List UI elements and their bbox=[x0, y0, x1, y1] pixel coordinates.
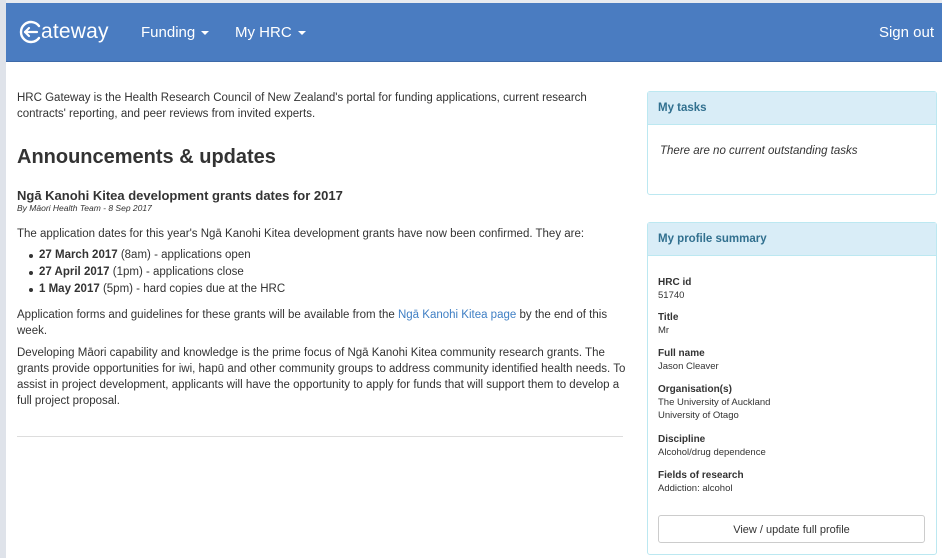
nav-myhrc-label: My HRC bbox=[235, 24, 292, 41]
list-item: 27 April 2017 (1pm) - applications close bbox=[29, 264, 285, 281]
divider bbox=[17, 436, 623, 437]
fields-label: Fields of research bbox=[658, 470, 744, 481]
kanohi-kitea-page-link[interactable]: Ngā Kanohi Kitea page bbox=[398, 309, 516, 321]
profile-summary-heading: My profile summary bbox=[648, 223, 936, 256]
title-value: Mr bbox=[658, 325, 670, 336]
date-time: (5pm) bbox=[99, 283, 133, 295]
fullname-label: Full name bbox=[658, 348, 705, 359]
list-item: 27 March 2017 (8am) - applications open bbox=[29, 247, 285, 264]
hrc-id-value: 51740 bbox=[658, 290, 685, 301]
navbar: ateway Funding My HRC Sign out bbox=[6, 3, 942, 62]
list-item: 1 May 2017 (5pm) - hard copies due at th… bbox=[29, 281, 285, 298]
date-desc: - applications close bbox=[142, 266, 244, 278]
news-title: Ngā Kanohi Kitea development grants date… bbox=[17, 188, 343, 203]
date-strong: 27 April 2017 bbox=[39, 266, 110, 278]
organisation-value-1: The University of Auckland bbox=[658, 397, 771, 408]
announcements-heading: Announcements & updates bbox=[17, 146, 276, 168]
date-strong: 1 May 2017 bbox=[39, 283, 100, 295]
tasks-empty-message: There are no current outstanding tasks bbox=[660, 145, 858, 157]
discipline-label: Discipline bbox=[658, 434, 706, 445]
view-update-profile-button[interactable]: View / update full profile bbox=[658, 515, 925, 543]
nav-myhrc-dropdown[interactable]: My HRC bbox=[235, 3, 306, 62]
profile-summary-panel: My profile summary HRC id 51740 Title Mr… bbox=[647, 222, 937, 555]
nav-funding-dropdown[interactable]: Funding bbox=[141, 3, 210, 62]
my-tasks-heading: My tasks bbox=[648, 92, 936, 125]
discipline-value: Alcohol/drug dependence bbox=[658, 447, 766, 458]
brand-logo[interactable]: ateway bbox=[18, 17, 109, 47]
dates-list: 27 March 2017 (8am) - applications open … bbox=[29, 247, 285, 298]
organisation-label: Organisation(s) bbox=[658, 384, 732, 395]
my-tasks-panel: My tasks There are no current outstandin… bbox=[647, 91, 937, 195]
date-desc: - applications open bbox=[150, 249, 251, 261]
date-desc: - hard copies due at the HRC bbox=[132, 283, 286, 295]
sign-out-link[interactable]: Sign out bbox=[879, 3, 934, 62]
nav-funding-label: Funding bbox=[141, 24, 196, 41]
brand-text: ateway bbox=[41, 20, 109, 43]
news-paragraph-capability: Developing Māori capability and knowledg… bbox=[17, 347, 626, 407]
fields-value: Addiction: alcohol bbox=[658, 483, 733, 494]
p2-text-before: Application forms and guidelines for the… bbox=[17, 309, 398, 321]
news-paragraph-forms: Application forms and guidelines for the… bbox=[17, 307, 617, 339]
hrc-id-label: HRC id bbox=[658, 277, 692, 288]
title-label: Title bbox=[658, 312, 679, 323]
news-byline: By Māori Health Team - 8 Sep 2017 bbox=[17, 203, 152, 213]
date-strong: 27 March 2017 bbox=[39, 249, 118, 261]
window-left-edge bbox=[0, 0, 6, 558]
organisation-value-2: University of Otago bbox=[658, 410, 739, 421]
caret-down-icon bbox=[297, 31, 306, 36]
date-time: (1pm) bbox=[109, 266, 143, 278]
intro-text: HRC Gateway is the Health Research Counc… bbox=[17, 92, 587, 120]
news-paragraph-dates-intro: The application dates for this year's Ng… bbox=[17, 228, 585, 240]
fullname-value: Jason Cleaver bbox=[658, 361, 719, 372]
date-time: (8am) bbox=[117, 249, 151, 261]
caret-down-icon bbox=[201, 31, 210, 36]
